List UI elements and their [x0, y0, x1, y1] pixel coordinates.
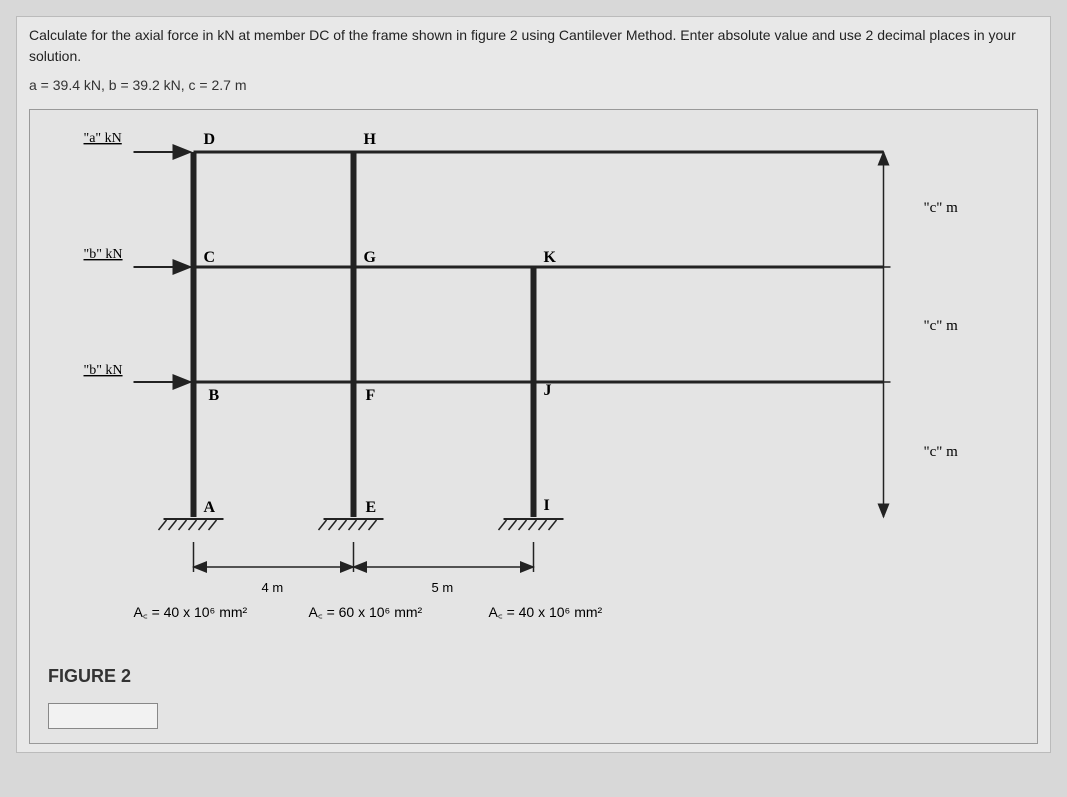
node-C: C [204, 249, 216, 266]
figure-caption: FIGURE 2 [48, 666, 1019, 687]
node-B: B [209, 387, 220, 404]
question-text: Calculate for the axial force in kN at m… [29, 25, 1038, 67]
node-F: F [366, 387, 376, 404]
label-load-b2: "b" kN [84, 363, 123, 378]
label-span-2: 5 m [432, 580, 454, 595]
node-G: G [364, 249, 377, 266]
node-E: E [366, 499, 377, 516]
node-H: H [364, 131, 377, 148]
node-I: I [544, 497, 550, 514]
label-height-1: "c" m [924, 200, 959, 216]
node-A: A [204, 499, 216, 516]
label-load-a: "a" kN [84, 131, 122, 146]
label-span-1: 4 m [262, 580, 284, 595]
node-J: J [544, 382, 552, 399]
parameter-values: a = 39.4 kN, b = 39.2 kN, c = 2.7 m [29, 77, 1038, 93]
label-area-1: A꜀ = 40 x 10⁶ mm² [134, 604, 248, 620]
frame-diagram: "a" kN "b" kN "b" kN D H C G K B F J A E… [48, 122, 1019, 662]
figure-panel: "a" kN "b" kN "b" kN D H C G K B F J A E… [29, 109, 1038, 744]
question-card: Calculate for the axial force in kN at m… [16, 16, 1051, 753]
label-height-2: "c" m [924, 318, 959, 334]
diagram-svg: "a" kN "b" kN "b" kN D H C G K B F J A E… [48, 122, 1019, 662]
node-D: D [204, 131, 216, 148]
answer-input[interactable] [48, 703, 158, 729]
label-load-b1: "b" kN [84, 247, 123, 262]
label-height-3: "c" m [924, 444, 959, 460]
label-area-2: A꜀ = 60 x 10⁶ mm² [309, 604, 423, 620]
node-K: K [544, 249, 557, 266]
label-area-3: A꜀ = 40 x 10⁶ mm² [489, 604, 603, 620]
